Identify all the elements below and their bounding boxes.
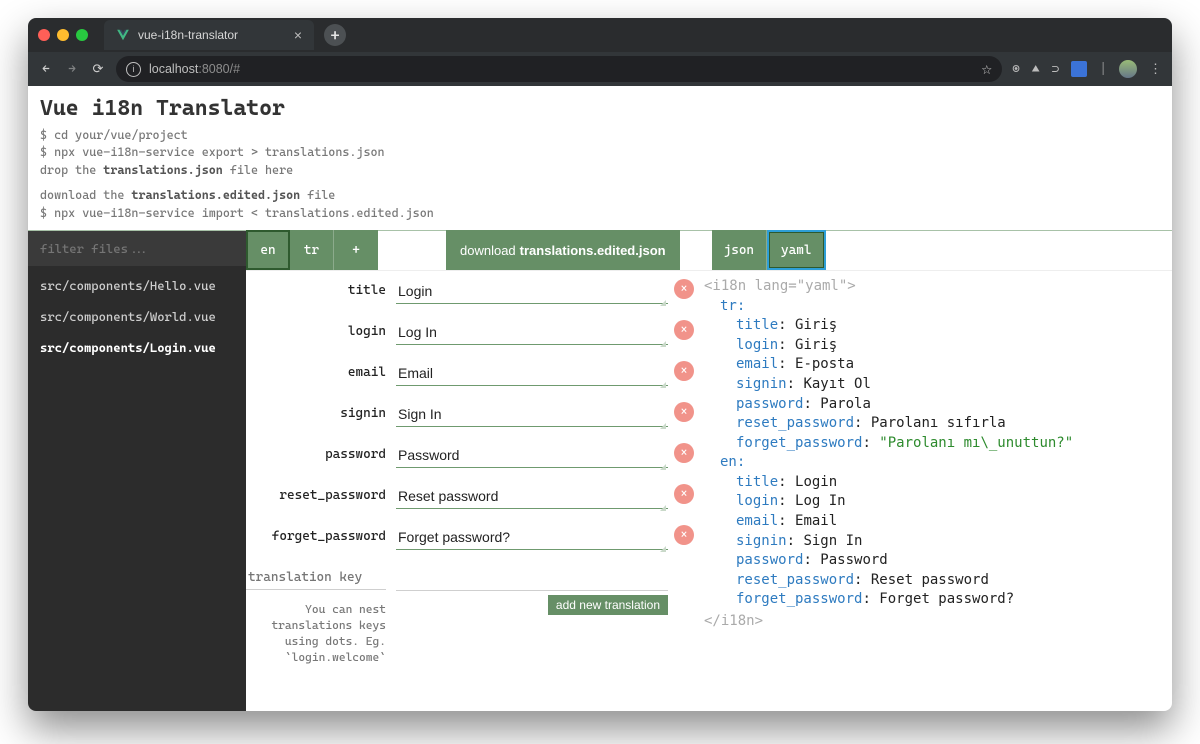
- ext-icon[interactable]: ⊃: [1052, 62, 1060, 77]
- translation-row: signin×: [246, 402, 686, 427]
- bookmark-icon[interactable]: ☆: [981, 62, 992, 77]
- translation-value-input[interactable]: [396, 525, 668, 550]
- translation-row: email×: [246, 361, 686, 386]
- format-tab-json[interactable]: json: [712, 230, 767, 270]
- back-icon[interactable]: ←: [38, 62, 54, 77]
- content: entr+ download translations.edited.json …: [246, 231, 1172, 711]
- close-window-icon[interactable]: [38, 29, 50, 41]
- resize-handle-icon[interactable]: [660, 423, 666, 429]
- main: src/components/Hello.vuesrc/components/W…: [28, 231, 1172, 711]
- ext-icon[interactable]: ▲: [1032, 62, 1040, 77]
- lang-tabs: entr+: [246, 230, 378, 270]
- minimize-window-icon[interactable]: [57, 29, 69, 41]
- translation-key: title: [246, 279, 396, 298]
- delete-translation-button[interactable]: ×: [674, 279, 694, 299]
- ext-icon[interactable]: [1071, 61, 1087, 77]
- vue-logo-icon: [116, 28, 130, 42]
- window-controls: [38, 29, 88, 41]
- ext-icon[interactable]: ◉: [1012, 62, 1020, 77]
- usage-import: download the translations.edited.json fi…: [40, 187, 1160, 222]
- reload-icon[interactable]: ⟳: [90, 62, 106, 77]
- translation-key: password: [246, 443, 396, 462]
- sidebar-file-item[interactable]: src/components/Hello.vue: [28, 270, 246, 301]
- yaml-preview: <i18n lang="yaml">tr:title: Girişlogin: …: [686, 271, 1172, 711]
- delete-translation-button[interactable]: ×: [674, 320, 694, 340]
- sidebar: src/components/Hello.vuesrc/components/W…: [28, 231, 246, 711]
- page-title: Vue i18n Translator: [40, 96, 1160, 121]
- yaml-open-tag: <i18n lang="yaml">: [704, 277, 1164, 297]
- new-translation-row: [246, 566, 686, 591]
- add-translation-button[interactable]: add new translation: [548, 595, 668, 615]
- translation-value-input[interactable]: [396, 443, 668, 468]
- tab-title: vue-i18n-translator: [138, 28, 238, 42]
- address-bar[interactable]: i localhost:8080/# ☆: [116, 56, 1002, 82]
- url-host: localhost: [149, 62, 198, 76]
- url-port: :8080: [198, 62, 229, 76]
- maximize-window-icon[interactable]: [76, 29, 88, 41]
- new-value-input[interactable]: [396, 566, 668, 591]
- usage-export: $ cd your/vue/project $ npx vue-i18n-ser…: [40, 127, 1160, 179]
- translation-value-input[interactable]: [396, 279, 668, 304]
- address-row: ← → ⟳ i localhost:8080/# ☆ ◉ ▲ ⊃ | ⋮: [28, 52, 1172, 86]
- browser-chrome: vue-i18n-translator × + ← → ⟳ i localhos…: [28, 18, 1172, 86]
- translation-form: title× login× email× signin× password× reset_…: [246, 271, 686, 711]
- menu-icon[interactable]: ⋮: [1149, 62, 1162, 77]
- translation-row: title×: [246, 279, 686, 304]
- sidebar-file-item[interactable]: src/components/Login.vue: [28, 332, 246, 363]
- resize-handle-icon[interactable]: [660, 505, 666, 511]
- translation-row: login×: [246, 320, 686, 345]
- site-info-icon[interactable]: i: [126, 62, 141, 77]
- translation-row: forget_password×: [246, 525, 686, 550]
- delete-translation-button[interactable]: ×: [674, 484, 694, 504]
- delete-translation-button[interactable]: ×: [674, 402, 694, 422]
- translation-key: email: [246, 361, 396, 380]
- translation-value-input[interactable]: [396, 402, 668, 427]
- delete-translation-button[interactable]: ×: [674, 443, 694, 463]
- close-tab-icon[interactable]: ×: [294, 28, 302, 42]
- new-key-input[interactable]: [246, 566, 386, 590]
- delete-translation-button[interactable]: ×: [674, 525, 694, 545]
- tab-bar: vue-i18n-translator × +: [28, 18, 1172, 52]
- delete-translation-button[interactable]: ×: [674, 361, 694, 381]
- forward-icon[interactable]: →: [64, 62, 80, 77]
- resize-handle-icon[interactable]: [660, 341, 666, 347]
- filter-files-input[interactable]: [28, 231, 246, 266]
- browser-window: vue-i18n-translator × + ← → ⟳ i localhos…: [28, 18, 1172, 711]
- translation-value-input[interactable]: [396, 484, 668, 509]
- format-tabs: jsonyaml: [712, 230, 826, 270]
- editor: title×login×email×signin×password×reset_…: [246, 271, 1172, 711]
- url-path: /#: [230, 62, 240, 76]
- download-button[interactable]: download translations.edited.json: [446, 230, 680, 270]
- translation-value-input[interactable]: [396, 361, 668, 386]
- file-list: src/components/Hello.vuesrc/components/W…: [28, 266, 246, 367]
- lang-tab-tr[interactable]: tr: [290, 230, 334, 270]
- app-header: Vue i18n Translator $ cd your/vue/projec…: [28, 86, 1172, 231]
- translation-row: reset_password×: [246, 484, 686, 509]
- translation-key: signin: [246, 402, 396, 421]
- yaml-close-tag: </i18n>: [704, 612, 1164, 632]
- new-tab-button[interactable]: +: [324, 24, 346, 46]
- resize-handle-icon[interactable]: [660, 464, 666, 470]
- resize-handle-icon[interactable]: [660, 382, 666, 388]
- extension-icons: ◉ ▲ ⊃ | ⋮: [1012, 60, 1162, 78]
- translation-value-input[interactable]: [396, 320, 668, 345]
- translation-row: password×: [246, 443, 686, 468]
- translation-key: reset_password: [246, 484, 396, 503]
- resize-handle-icon[interactable]: [660, 300, 666, 306]
- format-tab-yaml[interactable]: yaml: [767, 230, 825, 270]
- lang-tab-en[interactable]: en: [246, 230, 290, 270]
- translation-key: login: [246, 320, 396, 339]
- sidebar-file-item[interactable]: src/components/World.vue: [28, 301, 246, 332]
- resize-handle-icon[interactable]: [660, 546, 666, 552]
- nesting-hint: You can nesttranslations keysusing dots.…: [246, 595, 396, 665]
- toolbar: entr+ download translations.edited.json …: [246, 231, 1172, 271]
- translation-key: forget_password: [246, 525, 396, 544]
- browser-tab[interactable]: vue-i18n-translator ×: [104, 20, 314, 50]
- profile-avatar[interactable]: [1119, 60, 1137, 78]
- add-lang-button[interactable]: +: [334, 230, 378, 270]
